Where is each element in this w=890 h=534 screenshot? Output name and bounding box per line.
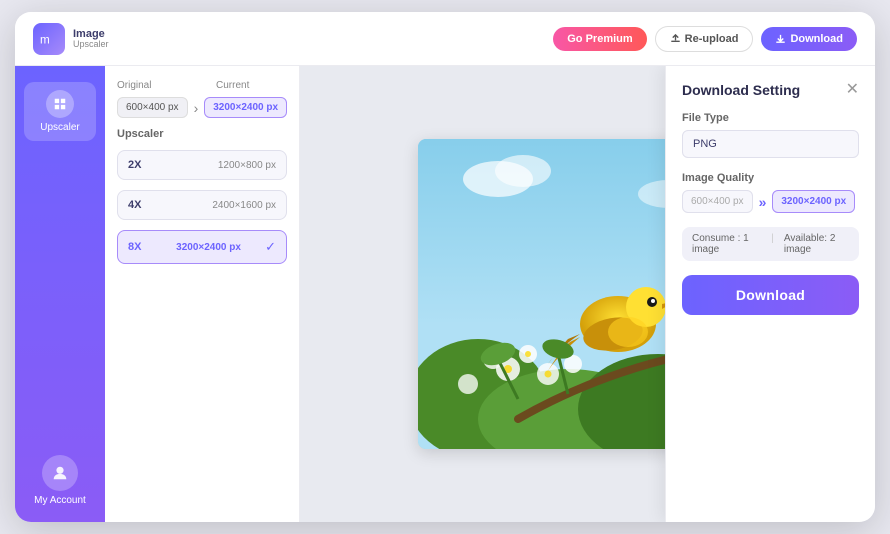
upscaler-section-label: Upscaler (117, 128, 287, 140)
account-label: My Account (34, 495, 86, 506)
size-info: Original Current 600×400 px › 3200×2400 … (117, 80, 287, 118)
consume-label: Consume : 1 image (692, 233, 761, 255)
quality-to: 3200×2400 px (772, 190, 855, 213)
svg-text:m: m (40, 33, 50, 46)
reupload-button[interactable]: Re-upload (655, 26, 754, 52)
sidebar-item-upscaler[interactable]: Upscaler (24, 82, 96, 141)
panel-header-row: Download Setting ✕ (682, 82, 859, 98)
multiplier-2x: 2X (128, 159, 152, 171)
upscaler-section: Upscaler (117, 128, 287, 140)
check-icon: ✓ (265, 239, 276, 255)
header: m Image Upscaler Go Premium Re-upload Do… (15, 12, 875, 66)
download-button[interactable]: Download (682, 275, 859, 315)
app-body: Upscaler My Account Original (15, 66, 875, 522)
image-quality-section: Image Quality 600×400 px » 3200×2400 px (682, 172, 859, 213)
arrow-icon: › (194, 100, 199, 116)
logo-text: Image Upscaler (73, 28, 109, 50)
quality-row: 600×400 px » 3200×2400 px (682, 190, 859, 213)
logo-area: m Image Upscaler (33, 23, 109, 55)
app-window: m Image Upscaler Go Premium Re-upload Do… (15, 12, 875, 522)
controls-panel: Original Current 600×400 px › 3200×2400 … (105, 66, 300, 522)
upscaler-icon (46, 90, 74, 118)
upscale-option-2x[interactable]: 2X 1200×800 px (117, 150, 287, 180)
close-panel-button[interactable]: ✕ (846, 82, 859, 98)
current-label: Current (216, 80, 287, 91)
image-area: 🔍 100% 🔍 Download Setting ✕ File Type PN… (300, 66, 875, 522)
panel-title: Download Setting (682, 82, 800, 98)
sidebar-account[interactable]: My Account (34, 455, 86, 506)
original-label: Original (117, 80, 188, 91)
quality-arrow-icon: » (759, 194, 767, 210)
available-label: Available: 2 image (784, 233, 849, 255)
size-values-row: 600×400 px › 3200×2400 px (117, 97, 287, 118)
upscale-option-4x[interactable]: 4X 2400×1600 px (117, 190, 287, 220)
multiplier-8x: 8X (128, 241, 152, 253)
original-size-badge: 600×400 px (117, 97, 188, 118)
size-4x: 2400×1600 px (212, 200, 276, 211)
header-actions: Go Premium Re-upload Download (553, 26, 857, 52)
consume-info-row: Consume : 1 image | Available: 2 image (682, 227, 859, 261)
brand-name: Image (73, 28, 109, 40)
sidebar: Upscaler My Account (15, 66, 105, 522)
upscale-option-8x[interactable]: 8X 3200×2400 px ✓ (117, 230, 287, 264)
download-settings-panel: Download Setting ✕ File Type PNG Image Q… (665, 66, 875, 522)
file-type-section: File Type PNG (682, 112, 859, 158)
account-icon (42, 455, 78, 491)
file-type-value[interactable]: PNG (682, 130, 859, 158)
size-8x: 3200×2400 px (176, 242, 241, 253)
sidebar-item-upscaler-label: Upscaler (40, 122, 79, 133)
content-row: Original Current 600×400 px › 3200×2400 … (105, 66, 875, 522)
brand-sub: Upscaler (73, 40, 109, 50)
quality-from: 600×400 px (682, 190, 753, 213)
logo-icon: m (33, 23, 65, 55)
header-download-button[interactable]: Download (761, 27, 857, 51)
go-premium-button[interactable]: Go Premium (553, 27, 646, 51)
file-type-label: File Type (682, 112, 859, 124)
multiplier-4x: 4X (128, 199, 152, 211)
current-size-badge: 3200×2400 px (204, 97, 287, 118)
image-quality-label: Image Quality (682, 172, 859, 184)
size-2x: 1200×800 px (218, 160, 276, 171)
size-labels-row: Original Current (117, 80, 287, 95)
